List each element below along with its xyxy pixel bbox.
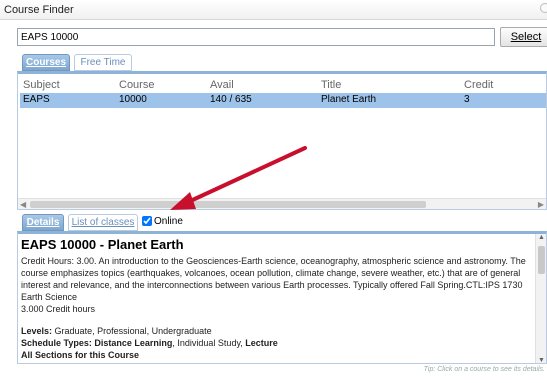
column-header-title[interactable]: Title <box>321 79 341 91</box>
close-icon[interactable] <box>540 3 547 13</box>
details-content: EAPS 10000 - Planet Earth Credit Hours: … <box>21 237 531 361</box>
vertical-scrollbar[interactable]: ▲ ▼ <box>535 234 546 363</box>
all-sections-heading: All Sections for this Course <box>21 350 140 360</box>
levels-value: Graduate, Professional, Undergraduate <box>54 326 212 336</box>
tab-free-time[interactable]: Free Time <box>74 54 132 71</box>
column-header-course[interactable]: Course <box>119 79 154 91</box>
schedule-types-line: Schedule Types: Distance Learning, Indiv… <box>21 337 531 349</box>
schedule-type-distance: Distance Learning <box>94 338 173 348</box>
column-header-subject[interactable]: Subject <box>23 79 60 91</box>
tab-list-of-classes[interactable]: List of classes <box>68 214 138 231</box>
tip-text: Tip: Click on a course to see its detail… <box>423 366 545 373</box>
levels-line: Levels: Graduate, Professional, Undergra… <box>21 325 531 337</box>
column-header-avail[interactable]: Avail <box>210 79 234 91</box>
course-heading: EAPS 10000 - Planet Earth <box>21 237 184 252</box>
course-finder-window: Course Finder Select Courses Free Time S… <box>0 0 547 383</box>
course-description: Credit Hours: 3.00. An introduction to t… <box>21 256 526 302</box>
tab-list-of-classes-label: List of classes <box>71 217 135 228</box>
schedule-type-lecture: Lecture <box>245 338 278 348</box>
scroll-down-icon[interactable]: ▼ <box>538 357 545 363</box>
tab-courses-label: Courses <box>25 57 66 68</box>
column-header-credit[interactable]: Credit <box>464 79 493 91</box>
grid-header-row: Subject Course Avail Title Credit <box>18 76 546 94</box>
schedule-types-label: Schedule Types: <box>21 338 92 348</box>
title-bar: Course Finder <box>0 0 547 20</box>
cell-credit: 3 <box>464 94 470 105</box>
tab-details[interactable]: Details <box>22 214 64 231</box>
online-label: Online <box>154 216 183 227</box>
levels-label: Levels: <box>21 326 53 336</box>
tab-courses[interactable]: Courses <box>22 54 70 71</box>
horizontal-scrollbar[interactable]: ◀ ▶ <box>18 198 546 209</box>
scrollbar-thumb[interactable] <box>30 201 426 208</box>
online-toggle[interactable]: Online <box>142 216 183 227</box>
scroll-right-icon[interactable]: ▶ <box>538 199 544 209</box>
courses-grid: Subject Course Avail Title Credit EAPS 1… <box>17 71 547 210</box>
cell-course: 10000 <box>119 94 147 105</box>
schedule-type-mid: , Individual Study, <box>172 338 246 348</box>
online-checkbox[interactable] <box>142 216 152 227</box>
table-row[interactable]: EAPS 10000 140 / 635 Planet Earth 3 <box>20 93 546 108</box>
credit-hours: 3.000 Credit hours <box>21 304 96 314</box>
cell-avail: 140 / 635 <box>210 94 252 105</box>
details-panel: EAPS 10000 - Planet Earth Credit Hours: … <box>17 231 547 364</box>
window-title: Course Finder <box>4 4 74 16</box>
scroll-up-icon[interactable]: ▲ <box>538 234 545 241</box>
tab-free-time-label: Free Time <box>80 57 126 68</box>
vertical-scrollbar-thumb[interactable] <box>538 246 545 274</box>
scroll-left-icon[interactable]: ◀ <box>20 199 26 209</box>
search-input[interactable] <box>17 28 495 46</box>
cell-subject: EAPS <box>23 94 50 105</box>
cell-title: Planet Earth <box>321 94 377 105</box>
tab-details-label: Details <box>26 217 60 228</box>
select-button[interactable]: Select <box>500 27 547 47</box>
